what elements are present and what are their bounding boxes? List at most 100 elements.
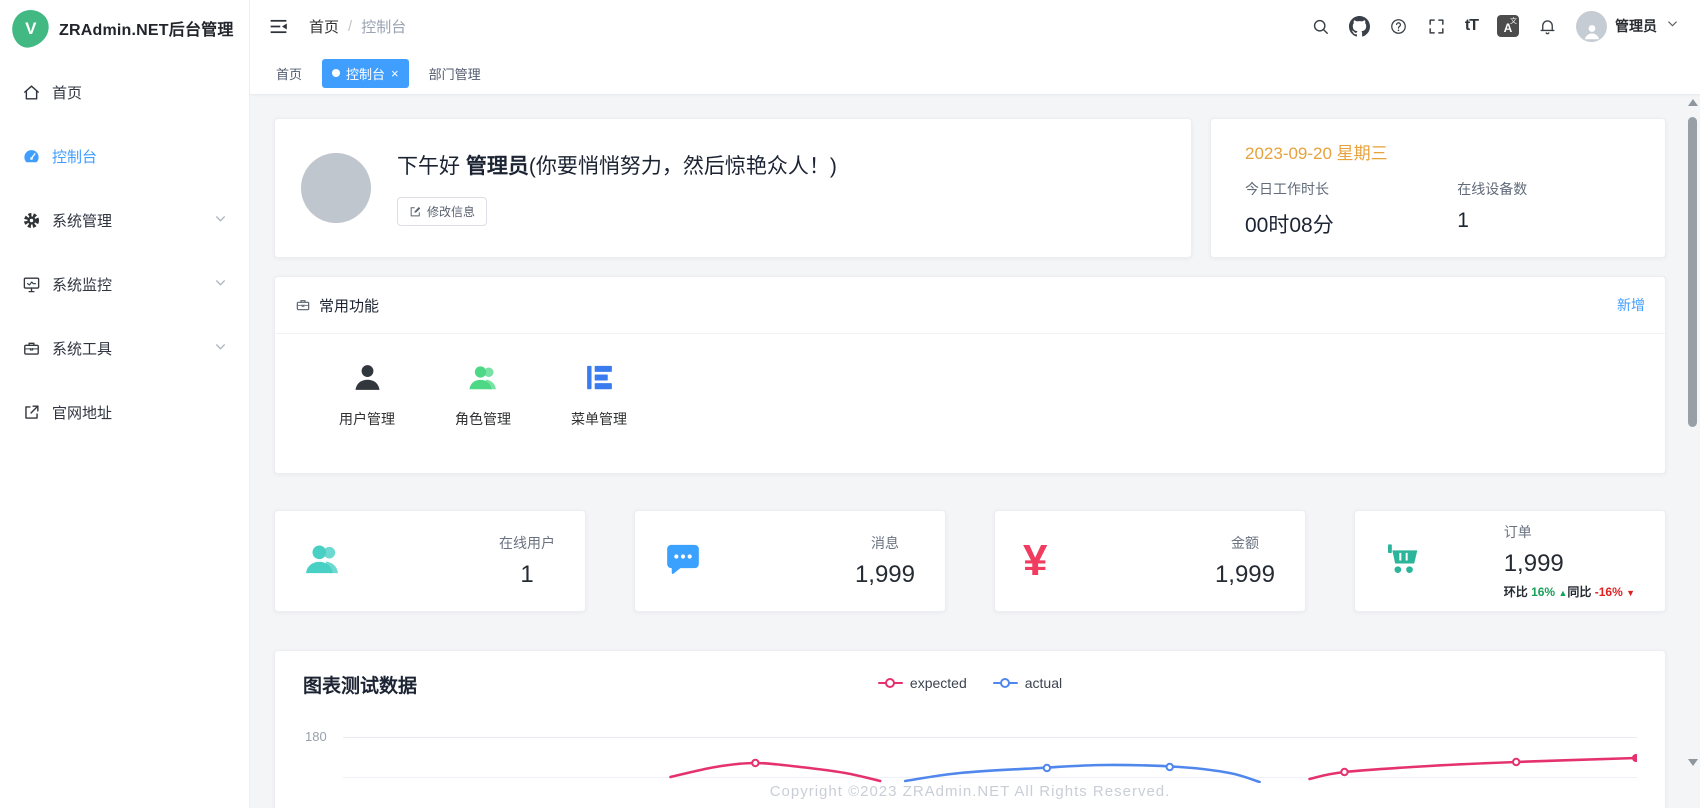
chevron-down-icon xyxy=(214,212,227,229)
edit-profile-button[interactable]: 修改信息 xyxy=(397,197,487,226)
sidebar-item-system-monitor[interactable]: 系统监控 xyxy=(0,252,249,316)
stat-label: 订单 xyxy=(1504,522,1635,542)
tab-home[interactable]: 首页 xyxy=(266,59,312,88)
copyright-footer: Copyright ©2023 ZRAdmin.NET All Rights R… xyxy=(274,783,1666,800)
help-icon[interactable] xyxy=(1389,17,1408,36)
roles-icon xyxy=(467,361,500,394)
stat-label: 在线用户 xyxy=(499,533,555,553)
stat-value: 1,999 xyxy=(855,561,915,589)
breadcrumb-home[interactable]: 首页 xyxy=(309,16,339,37)
y-axis-tick: 180 xyxy=(305,729,327,744)
search-icon[interactable] xyxy=(1311,17,1330,36)
breadcrumb-current: 控制台 xyxy=(361,16,406,37)
topbar: 首页 / 控制台 tT A文 管理员 xyxy=(250,0,1700,52)
online-users-icon xyxy=(303,539,343,584)
stat-value: 1 xyxy=(499,561,555,589)
stat-value: 1,999 xyxy=(1504,550,1635,578)
sidebar-item-label: 首页 xyxy=(52,82,82,103)
online-devices-value: 1 xyxy=(1457,209,1527,233)
work-duration-label: 今日工作时长 xyxy=(1245,179,1457,199)
stat-label: 消息 xyxy=(855,533,915,553)
sidebar-item-label: 系统监控 xyxy=(52,274,112,295)
chart-plot xyxy=(343,711,1637,783)
sidebar-item-system-tools[interactable]: 系统工具 xyxy=(0,316,249,380)
home-icon xyxy=(22,83,41,102)
cart-icon xyxy=(1383,539,1423,584)
tab-dashboard[interactable]: 控制台 × xyxy=(322,59,409,88)
active-tab-dot-icon xyxy=(332,69,340,77)
legend-marker-icon xyxy=(993,678,1018,689)
chevron-down-icon xyxy=(214,276,227,293)
scroll-up-icon[interactable] xyxy=(1688,99,1698,106)
tab-close-icon[interactable]: × xyxy=(391,67,399,80)
chevron-down-icon xyxy=(1665,16,1680,36)
breadcrumb-separator: / xyxy=(348,18,352,35)
briefcase-icon xyxy=(295,297,311,313)
greeting-user-name: 管理员 xyxy=(466,155,529,178)
legend-item-expected[interactable]: expected xyxy=(878,675,967,691)
toolbox-icon xyxy=(22,339,41,358)
sidebar-item-label: 官网地址 xyxy=(52,402,112,423)
mom-value: 16% xyxy=(1531,585,1555,599)
add-button[interactable]: 新增 xyxy=(1617,295,1645,315)
legend-item-actual[interactable]: actual xyxy=(993,675,1062,691)
sidebar: V ZRAdmin.NET后台管理 首页 控制台 系统管理 系统监控 xyxy=(0,0,250,808)
content: 下午好 管理员(你要悄悄努力，然后惊艳众人！) 修改信息 2023-09-20 … xyxy=(250,95,1700,808)
tabbar: 首页 控制台 × 部门管理 xyxy=(250,52,1700,95)
scrollbar-thumb[interactable] xyxy=(1688,117,1697,427)
sidebar-item-label: 系统管理 xyxy=(52,210,112,231)
scroll-down-icon[interactable] xyxy=(1688,759,1698,766)
today-card: 2023-09-20 星期三 今日工作时长 00时08分 在线设备数 1 xyxy=(1210,118,1666,258)
stat-card-amount: ¥ 金额 1,999 xyxy=(994,510,1306,612)
stat-label: 金额 xyxy=(1215,533,1275,553)
breadcrumb: 首页 / 控制台 xyxy=(309,16,406,37)
chart-svg xyxy=(343,711,1637,783)
stat-card-orders: 订单 1,999 环比 16% ▲同比 -16% ▼ xyxy=(1354,510,1666,612)
avatar xyxy=(301,153,371,223)
trend-down-icon: ▼ xyxy=(1626,588,1635,598)
main-area: 首页 / 控制台 tT A文 管理员 首页 xyxy=(250,0,1700,808)
fullscreen-icon[interactable] xyxy=(1427,17,1446,36)
gear-icon xyxy=(22,211,41,230)
today-date: 2023-09-20 星期三 xyxy=(1245,139,1631,164)
monitor-icon xyxy=(22,275,41,294)
quick-functions-card: 常用功能 新增 用户管理 角色管理 菜单管理 xyxy=(274,276,1666,474)
github-icon[interactable] xyxy=(1349,16,1370,37)
shortcut-role-management[interactable]: 角色管理 xyxy=(443,361,523,429)
scrollbar[interactable] xyxy=(1687,96,1699,806)
greeting-card: 下午好 管理员(你要悄悄努力，然后惊艳众人！) 修改信息 xyxy=(274,118,1192,258)
menu-fold-icon[interactable] xyxy=(268,16,289,37)
work-duration-value: 00时08分 xyxy=(1245,209,1457,239)
bell-icon[interactable] xyxy=(1538,17,1557,36)
user-menu[interactable]: 管理员 xyxy=(1576,11,1680,42)
stat-trend: 环比 16% ▲同比 -16% ▼ xyxy=(1504,583,1635,600)
app-window: V ZRAdmin.NET后台管理 首页 控制台 系统管理 系统监控 xyxy=(0,0,1700,808)
sidebar-item-dashboard[interactable]: 控制台 xyxy=(0,124,249,188)
yoy-value: -16% xyxy=(1595,585,1623,599)
tab-dept[interactable]: 部门管理 xyxy=(419,59,491,88)
external-link-icon xyxy=(22,403,41,422)
legend-marker-icon xyxy=(878,678,903,689)
message-icon xyxy=(663,539,703,584)
sidebar-item-system-admin[interactable]: 系统管理 xyxy=(0,188,249,252)
sidebar-menu: 首页 控制台 系统管理 系统监控 系统工具 xyxy=(0,56,249,444)
font-size-icon[interactable]: tT xyxy=(1465,17,1478,35)
translate-icon[interactable]: A文 xyxy=(1497,15,1519,37)
shortcut-user-management[interactable]: 用户管理 xyxy=(327,361,407,429)
stat-card-messages: 消息 1,999 xyxy=(634,510,946,612)
chart-legend: expected actual xyxy=(275,675,1665,691)
edit-icon xyxy=(409,205,422,218)
sidebar-item-label: 控制台 xyxy=(52,146,97,167)
stat-card-online-users: 在线用户 1 xyxy=(274,510,586,612)
sidebar-item-home[interactable]: 首页 xyxy=(0,60,249,124)
chevron-down-icon xyxy=(214,340,227,357)
brand-logo-icon: V xyxy=(9,7,52,50)
quick-functions-title: 常用功能 xyxy=(295,295,379,316)
header-actions: tT A文 管理员 xyxy=(1311,11,1680,42)
brand[interactable]: V ZRAdmin.NET后台管理 xyxy=(0,0,249,56)
user-name: 管理员 xyxy=(1615,16,1657,36)
online-devices-label: 在线设备数 xyxy=(1457,179,1527,199)
sidebar-item-website[interactable]: 官网地址 xyxy=(0,380,249,444)
shortcut-menu-management[interactable]: 菜单管理 xyxy=(559,361,639,429)
yen-icon: ¥ xyxy=(1023,539,1047,583)
